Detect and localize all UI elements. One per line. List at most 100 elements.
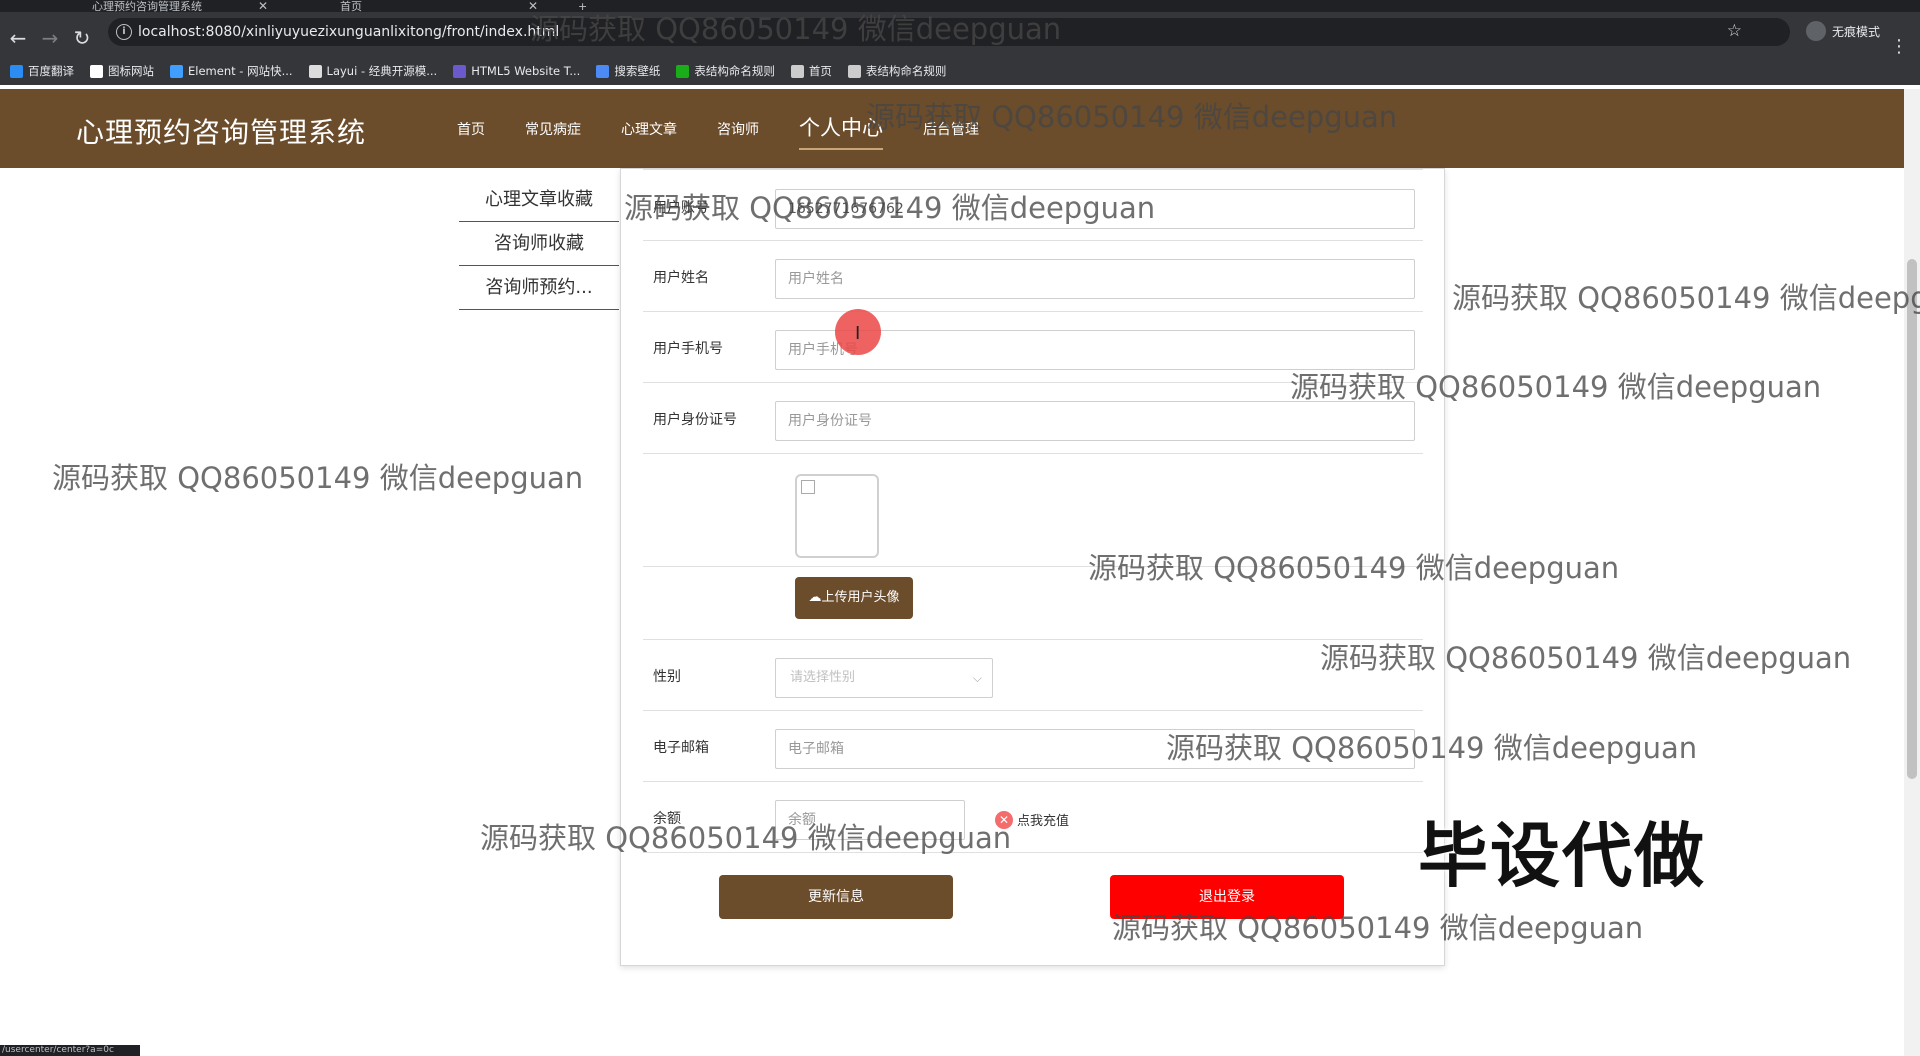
form-row-account: 用户账号 1652771676762 xyxy=(643,171,1423,241)
form-row-gender: 性别 请选择性别 ⌵ xyxy=(643,640,1423,711)
watermark-text: 源码获取 QQ86050149 微信deepguan xyxy=(1452,281,1920,315)
incognito-label: 无痕模式 xyxy=(1831,24,1880,39)
back-arrow-icon[interactable]: ← xyxy=(6,26,30,50)
bookmark-favicon-icon xyxy=(596,64,610,78)
idcard-label: 用户身份证号 xyxy=(653,412,737,428)
email-label: 电子邮箱 xyxy=(653,740,709,756)
bookmark-item[interactable]: 表结构命名规则 xyxy=(847,63,947,79)
account-field[interactable]: 1652771676762 xyxy=(775,189,1415,229)
gender-placeholder: 请选择性别 xyxy=(790,670,856,685)
gender-select[interactable]: 请选择性别 ⌵ xyxy=(775,658,993,698)
bookmark-item[interactable]: 图标网站 xyxy=(90,63,154,79)
browser-tab-1[interactable]: 心理预约咨询管理系统 ✕ xyxy=(92,0,268,12)
side-menu: 心理文章收藏 咨询师收藏 咨询师预约... xyxy=(459,178,619,310)
recharge-link[interactable]: ✕ 点我充值 xyxy=(995,810,1069,829)
bookmark-item[interactable]: 表结构命名规则 xyxy=(676,63,775,79)
gender-label: 性别 xyxy=(653,669,681,685)
incognito-indicator[interactable]: 无痕模式 xyxy=(1805,21,1880,41)
tab-title: 首页 xyxy=(340,0,362,12)
info-icon[interactable]: i xyxy=(116,24,132,40)
avatar-preview[interactable] xyxy=(795,474,879,558)
bookmark-label: 图标网站 xyxy=(108,64,154,78)
bookmark-item[interactable]: 百度翻译 xyxy=(10,63,74,79)
bookmark-label: 表结构命名规则 xyxy=(865,64,947,78)
new-tab-button[interactable]: + xyxy=(578,0,587,12)
site-logo[interactable]: 心理预约咨询管理系统 xyxy=(76,111,366,151)
side-item-counselor-appointments[interactable]: 咨询师预约... xyxy=(459,266,619,310)
bookmark-item[interactable]: 首页 xyxy=(790,63,832,79)
idcard-input[interactable]: 用户身份证号 xyxy=(775,401,1415,441)
bookmark-favicon-icon xyxy=(90,64,103,78)
scroll-thumb[interactable] xyxy=(1907,259,1917,779)
form-row-idcard: 用户身份证号 用户身份证号 xyxy=(643,383,1423,454)
form-row-avatar xyxy=(643,454,1423,567)
nav-diseases[interactable]: 常见病症 xyxy=(525,119,581,139)
browser-tabstrip: 心理预约咨询管理系统 ✕ 首页 ✕ + xyxy=(0,0,1920,12)
plus-icon: + xyxy=(578,0,588,12)
account-label: 用户账号 xyxy=(653,200,709,216)
upload-avatar-button[interactable]: ☁上传用户头像 xyxy=(795,577,913,619)
bookmark-favicon-icon xyxy=(453,64,467,78)
menu-dots-icon[interactable]: ⋮ xyxy=(1890,36,1908,57)
bookmark-item[interactable]: HTML5 Website T... xyxy=(453,64,580,78)
bookmark-favicon-icon xyxy=(10,64,23,78)
address-bar[interactable]: i localhost:8080/xinliyuyuezixunguanlixi… xyxy=(108,18,1790,46)
url-text: localhost:8080/xinliyuyuezixunguanlixito… xyxy=(138,24,560,40)
profile-form: 用户账号 1652771676762 用户姓名 用户姓名 用户手机号 用户手机号… xyxy=(620,168,1445,966)
browser-tab-2[interactable]: 首页 ✕ xyxy=(340,0,538,12)
bookmark-label: 搜索壁纸 xyxy=(614,64,661,78)
bookmark-favicon-icon xyxy=(847,64,861,78)
cloud-upload-icon: ☁ xyxy=(808,590,822,605)
form-row-email: 电子邮箱 电子邮箱 xyxy=(643,711,1423,782)
form-row-upload: ☁上传用户头像 xyxy=(643,567,1423,640)
page-scrollbar[interactable] xyxy=(1904,89,1920,1056)
balance-input[interactable]: 余额 xyxy=(775,800,965,840)
recharge-label: 点我充值 xyxy=(1017,814,1070,829)
status-bar-url: /usercenter/center?a=0c xyxy=(0,1045,140,1056)
form-row-name: 用户姓名 用户姓名 xyxy=(643,241,1423,312)
balance-label: 余额 xyxy=(653,811,681,827)
nav-counselors[interactable]: 咨询师 xyxy=(717,119,759,139)
nav-articles[interactable]: 心理文章 xyxy=(621,119,677,139)
logout-button[interactable]: 退出登录 xyxy=(1110,875,1344,919)
upload-button-label: 上传用户头像 xyxy=(821,590,900,605)
forward-arrow-icon[interactable]: → xyxy=(38,26,62,50)
side-item-counselor-favorites[interactable]: 咨询师收藏 xyxy=(459,222,619,266)
bookmark-favicon-icon xyxy=(308,64,322,78)
bookmark-item[interactable]: 搜索壁纸 xyxy=(596,63,660,79)
close-icon[interactable]: ✕ xyxy=(258,0,268,12)
reload-icon[interactable]: ↻ xyxy=(70,26,94,50)
chevron-down-icon: ⌵ xyxy=(972,671,982,685)
broken-image-icon xyxy=(801,480,815,494)
nav-admin[interactable]: 后台管理 xyxy=(923,119,979,139)
side-item-article-favorites[interactable]: 心理文章收藏 xyxy=(459,178,619,222)
name-label: 用户姓名 xyxy=(653,270,709,286)
site-header: 心理预约咨询管理系统 首页 常见病症 心理文章 咨询师 个人中心 后台管理 xyxy=(0,89,1904,168)
phone-label: 用户手机号 xyxy=(653,341,723,357)
bookmark-item[interactable]: Element - 网站快... xyxy=(170,63,293,79)
bookmark-favicon-icon xyxy=(676,64,690,78)
site-nav: 首页 常见病症 心理文章 咨询师 个人中心 后台管理 xyxy=(457,89,1019,168)
bookmarks-bar: 百度翻译 图标网站 Element - 网站快... Layui - 经典开源模...… xyxy=(0,57,1920,85)
star-icon[interactable]: ☆ xyxy=(1727,21,1742,41)
bookmark-label: HTML5 Website T... xyxy=(471,64,581,78)
close-circle-icon: ✕ xyxy=(995,810,1013,829)
watermark-text: 源码获取 QQ86050149 微信deepguan xyxy=(52,461,584,495)
email-input[interactable]: 电子邮箱 xyxy=(775,729,1415,769)
bookmark-favicon-icon xyxy=(170,64,183,78)
incognito-icon xyxy=(1805,21,1826,41)
bookmark-favicon-icon xyxy=(790,64,804,78)
tab-title: 心理预约咨询管理系统 xyxy=(92,0,202,12)
form-row-balance: 余额 余额 ✕ 点我充值 xyxy=(643,782,1423,853)
bookmark-label: 表结构命名规则 xyxy=(694,64,775,78)
bookmark-label: 百度翻译 xyxy=(28,64,74,78)
bookmark-item[interactable]: Layui - 经典开源模... xyxy=(308,63,437,79)
nav-home[interactable]: 首页 xyxy=(457,119,485,139)
text-cursor-icon: I xyxy=(855,323,861,344)
nav-user-center[interactable]: 个人中心 xyxy=(799,112,883,150)
bookmark-label: 首页 xyxy=(808,64,832,78)
update-info-button[interactable]: 更新信息 xyxy=(719,875,953,919)
close-icon[interactable]: ✕ xyxy=(528,0,538,12)
name-input[interactable]: 用户姓名 xyxy=(775,259,1415,299)
form-row-top-border xyxy=(643,169,1423,170)
